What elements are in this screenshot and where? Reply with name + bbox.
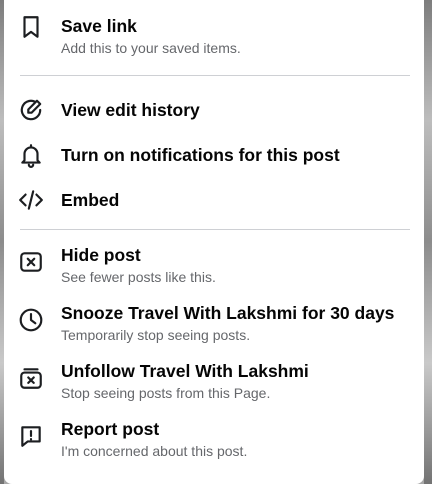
menu-item-title: Embed <box>61 189 120 210</box>
menu-item-title: Save link <box>61 16 137 36</box>
menu-item-turn-on-notifications[interactable]: Turn on notifications for this post <box>4 132 424 177</box>
menu-item-title: Hide post <box>61 245 141 265</box>
menu-item-subtitle: See fewer posts like this. <box>61 269 216 285</box>
report-flag-icon <box>16 421 46 451</box>
menu-item-unfollow[interactable]: Unfollow Travel With Lakshmi Stop seeing… <box>4 356 424 414</box>
unfollow-icon <box>16 363 46 393</box>
menu-item-subtitle: Temporarily stop seeing posts. <box>61 327 251 343</box>
menu-item-title: Snooze Travel With Lakshmi for 30 days <box>61 303 395 323</box>
menu-item-subtitle: I'm concerned about this post. <box>61 443 248 459</box>
menu-divider <box>20 75 410 76</box>
bell-icon <box>16 140 46 170</box>
menu-item-view-edit-history[interactable]: View edit history <box>4 87 424 132</box>
post-options-menu: Save link Add this to your saved items. … <box>4 0 424 484</box>
menu-item-snooze[interactable]: Snooze Travel With Lakshmi for 30 days T… <box>4 298 424 356</box>
hide-x-box-icon <box>16 247 46 277</box>
bookmark-icon <box>16 12 46 42</box>
menu-item-subtitle: Add this to your saved items. <box>61 40 241 56</box>
menu-divider <box>20 229 410 230</box>
clock-icon <box>16 305 46 335</box>
menu-item-embed[interactable]: Embed <box>4 177 424 222</box>
background-right-edge <box>424 0 432 484</box>
menu-item-title: View edit history <box>61 99 200 120</box>
menu-item-title: Unfollow Travel With Lakshmi <box>61 361 309 381</box>
code-icon <box>16 185 46 215</box>
menu-item-hide-post[interactable]: Hide post See fewer posts like this. <box>4 240 424 298</box>
menu-item-title: Report post <box>61 419 160 439</box>
menu-item-title: Turn on notifications for this post <box>61 144 340 165</box>
menu-item-report-post[interactable]: Report post I'm concerned about this pos… <box>4 414 424 472</box>
menu-item-save-link[interactable]: Save link Add this to your saved items. <box>4 6 424 68</box>
menu-item-subtitle: Stop seeing posts from this Page. <box>61 385 271 401</box>
edit-history-icon <box>16 95 46 125</box>
